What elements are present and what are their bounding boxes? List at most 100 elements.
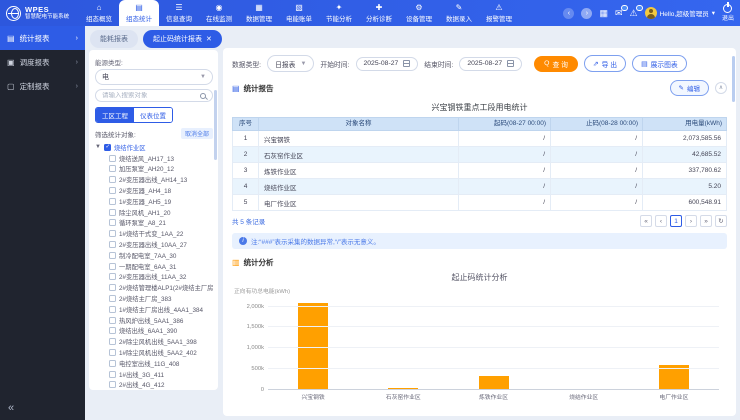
tree-node[interactable]: 1#除尘风机出线_5AA2_402 — [95, 347, 213, 358]
user-menu[interactable]: Hello,超级管理员 ▾ — [645, 7, 715, 19]
checkbox-checked[interactable] — [104, 144, 111, 151]
checkbox[interactable] — [109, 284, 116, 291]
tab-2[interactable]: 起止码统计报表✕ — [143, 30, 222, 48]
sidebar-item-1[interactable]: ▤统计报表› — [0, 26, 85, 50]
checkbox[interactable] — [109, 349, 116, 356]
nav-item-3[interactable]: ☰信息查询 — [159, 0, 199, 26]
nav-scroll-right-icon[interactable]: › — [581, 8, 592, 19]
nav-item-2[interactable]: ▤组态统计 — [119, 0, 159, 26]
tree-node[interactable]: 1#烧结主厂房出线_4AA1_384 — [95, 304, 213, 315]
sidebar-collapse-button[interactable]: « — [8, 402, 14, 414]
checkbox[interactable] — [109, 176, 116, 183]
tree-search[interactable] — [95, 89, 213, 102]
tree-root-node[interactable]: ▼烧结作业区 — [95, 142, 213, 153]
tree-node[interactable]: 一期配电室_6AA_31 — [95, 261, 213, 272]
table-row[interactable]: 3炼铁作业区//337,780.62 — [233, 163, 727, 179]
tree-node[interactable]: 2#变压器出线_AH14_13 — [95, 174, 213, 185]
table-row[interactable]: 2石灰窑作业区//42,685.52 — [233, 147, 727, 163]
sidebar-item-2[interactable]: ▣调度报表› — [0, 50, 85, 74]
checkbox[interactable] — [109, 198, 116, 205]
last-page-icon[interactable]: » — [700, 215, 712, 227]
tree-node[interactable]: 2#变压器_AH4_18 — [95, 185, 213, 196]
tree-node[interactable]: 热风炉出线_5AA1_386 — [95, 315, 213, 326]
message-icon[interactable]: ✉ — [615, 8, 623, 19]
tree-node[interactable]: 制冷配电室_7AA_30 — [95, 250, 213, 261]
checkbox[interactable] — [109, 295, 116, 302]
sidebar-item-3[interactable]: ▢定制报表› — [0, 74, 85, 98]
tree-node[interactable]: 1#变压器_AH5_19 — [95, 196, 213, 207]
checkbox[interactable] — [109, 317, 116, 324]
checkbox[interactable] — [109, 371, 116, 378]
end-date-input[interactable]: 2025-08-27 — [459, 57, 522, 71]
nav-item-7[interactable]: ✦节能分析 — [319, 0, 359, 26]
first-page-icon[interactable]: « — [640, 215, 652, 227]
notification-bell-icon[interactable]: ⚠ — [630, 8, 638, 19]
start-date-input[interactable]: 2025-08-27 — [356, 57, 419, 71]
tree-node[interactable]: 2#烧结管理楼ALP1(2#烧结主厂房) — [95, 282, 213, 293]
logout-button[interactable]: 退出 — [722, 4, 734, 22]
nav-item-5[interactable]: ▦数据管理 — [239, 0, 279, 26]
refresh-icon[interactable]: ↻ — [715, 215, 727, 227]
tab-1[interactable]: 能耗报表 — [90, 30, 138, 48]
checkbox[interactable] — [109, 187, 116, 194]
checkbox[interactable] — [109, 209, 116, 216]
table-row[interactable]: 1兴宝钢铁//2,073,585.56 — [233, 131, 727, 147]
tree-search-input[interactable] — [102, 92, 190, 99]
nav-item-8[interactable]: ✚分析诊断 — [359, 0, 399, 26]
segment-2[interactable]: 仪表位置 — [134, 108, 172, 122]
next-page-icon[interactable]: › — [685, 215, 697, 227]
main-scrollbar[interactable] — [732, 56, 735, 102]
tree-node[interactable]: 2#变压器出线_11AA_32 — [95, 272, 213, 283]
checkbox[interactable] — [109, 165, 116, 172]
checkbox[interactable] — [109, 306, 116, 313]
section-collapse-icon[interactable]: ∧ — [715, 82, 727, 94]
data-type-select[interactable]: 日报表 ▼ — [267, 55, 314, 72]
checkbox[interactable] — [109, 155, 116, 162]
tree-node[interactable]: 2#除尘风机出线_5AA1_398 — [95, 336, 213, 347]
tree-node[interactable]: 烧结送风_AH17_13 — [95, 153, 213, 164]
table-row[interactable]: 5电厂作业区//600,548.91 — [233, 195, 727, 211]
segment-1[interactable]: 工区工程 — [96, 108, 134, 122]
nav-item-1[interactable]: ⌂组态概览 — [79, 0, 119, 26]
tree-scrollbar[interactable] — [214, 90, 217, 160]
caret-down-icon[interactable]: ▼ — [95, 144, 101, 150]
nav-item-11[interactable]: ⚠报警管理 — [479, 0, 519, 26]
export-button[interactable]: ⇗ 导 出 — [584, 55, 626, 72]
checkbox[interactable] — [109, 263, 116, 270]
checkbox[interactable] — [109, 219, 116, 226]
nav-item-4[interactable]: ◉在线监测 — [199, 0, 239, 26]
chart-bar[interactable] — [479, 376, 509, 390]
tree-node[interactable]: 除尘风机_AH1_20 — [95, 207, 213, 218]
tree-node[interactable]: 2#出线_4G_412 — [95, 380, 213, 390]
nav-item-10[interactable]: ✎数据录入 — [439, 0, 479, 26]
tree-node[interactable]: 1#出线_3G_411 — [95, 369, 213, 380]
checkbox[interactable] — [109, 241, 116, 248]
prev-page-icon[interactable]: ‹ — [655, 215, 667, 227]
tree-node[interactable]: 电控室出线_11G_408 — [95, 358, 213, 369]
table-row[interactable]: 4烧结作业区//5.20 — [233, 179, 727, 195]
checkbox[interactable] — [109, 230, 116, 237]
checkbox[interactable] — [109, 273, 116, 280]
checkbox[interactable] — [109, 327, 116, 334]
checkbox[interactable] — [109, 381, 116, 388]
show-chart-button[interactable]: ▤ 展示图表 — [632, 55, 687, 72]
nav-item-9[interactable]: ⚙设备管理 — [399, 0, 439, 26]
report-edit-button[interactable]: ✎ 编辑 — [670, 80, 709, 96]
close-icon[interactable]: ✕ — [206, 35, 212, 43]
tree-node[interactable]: 1#烧结干式变_1AA_22 — [95, 228, 213, 239]
current-page[interactable]: 1 — [670, 215, 682, 227]
tree-node[interactable]: 2#变压器出线_10AA_27 — [95, 239, 213, 250]
tree-node[interactable]: 烧结出线_6AA1_390 — [95, 326, 213, 337]
clear-all-button[interactable]: 取消全部 — [181, 128, 213, 139]
checkbox[interactable] — [109, 360, 116, 367]
grid-menu-icon[interactable]: ▦ — [599, 8, 608, 19]
nav-item-6[interactable]: ▧电能账单 — [279, 0, 319, 26]
checkbox[interactable] — [109, 252, 116, 259]
checkbox[interactable] — [109, 338, 116, 345]
query-button[interactable]: Q 查 询 — [534, 56, 578, 72]
tree-node[interactable]: 加压泵室_AH20_12 — [95, 164, 213, 175]
nav-scroll-left-icon[interactable]: ‹ — [563, 8, 574, 19]
energy-type-select[interactable]: 电 ▼ — [95, 69, 213, 85]
tree-node[interactable]: 2#烧结主厂房_383 — [95, 293, 213, 304]
tree-node[interactable]: 循环泵室_A8_21 — [95, 218, 213, 229]
